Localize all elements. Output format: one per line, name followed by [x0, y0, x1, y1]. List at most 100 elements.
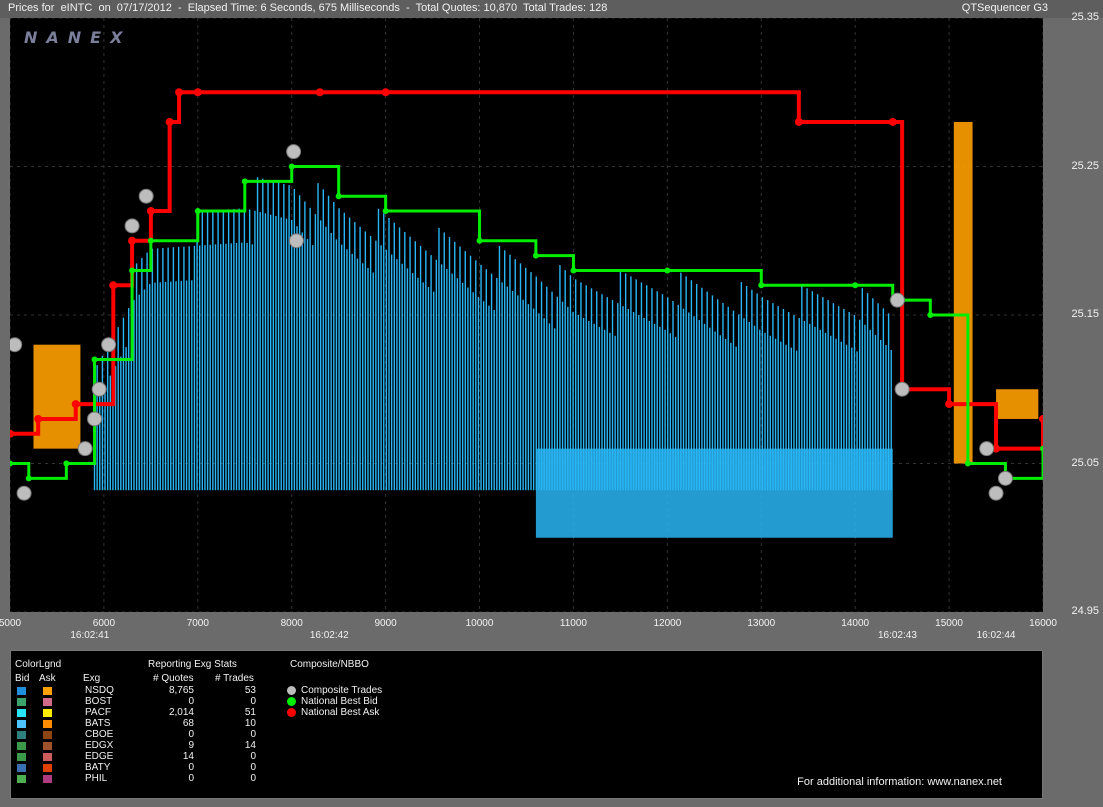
- point-national-best-ask: [71, 400, 80, 409]
- point-national-best-bid: [241, 178, 248, 185]
- point-composite-trades: [286, 144, 302, 160]
- x-tick-label: 10000: [465, 618, 494, 629]
- exchange-name: EDGX: [85, 740, 114, 751]
- point-national-best-bid: [570, 267, 577, 274]
- point-national-best-bid: [964, 460, 971, 467]
- x-tick-label: 13000: [747, 618, 776, 629]
- bid-swatch: [17, 709, 26, 717]
- point-composite-trades: [16, 485, 32, 501]
- composite-marker-icon: [287, 686, 296, 695]
- chart-window: { "header": { "title": "Prices for eINTC…: [0, 0, 1103, 807]
- time-tick-label: 16:02:44: [976, 630, 1016, 641]
- ask-quote-band: [33, 344, 81, 449]
- exchange-name: PACF: [85, 707, 111, 718]
- point-composite-trades: [889, 292, 905, 308]
- bid-quote-band: [535, 448, 893, 538]
- point-national-best-bid: [476, 237, 483, 244]
- trade-count: 10: [244, 718, 256, 729]
- trade-count: 53: [244, 685, 256, 696]
- quote-count: 2,014: [168, 707, 194, 718]
- trade-count: 0: [250, 729, 256, 740]
- point-national-best-bid: [25, 475, 32, 482]
- point-composite-trades: [91, 381, 107, 397]
- exchange-name: EDGE: [85, 751, 114, 762]
- trade-count: 0: [250, 751, 256, 762]
- price-chart: [6, 17, 1047, 613]
- x-tick-label: 16000: [1029, 618, 1057, 629]
- point-composite-trades: [101, 337, 117, 353]
- exchange-name: BATS: [85, 718, 111, 729]
- point-national-best-ask: [146, 207, 155, 216]
- quote-count: 9: [188, 740, 194, 751]
- quote-count: 0: [188, 729, 194, 740]
- trade-count: 51: [244, 707, 256, 718]
- point-national-best-ask: [193, 88, 202, 97]
- bid-swatch: [17, 687, 26, 695]
- point-national-best-bid: [194, 208, 201, 215]
- ask-swatch: [43, 764, 52, 772]
- exchange-name: CBOE: [85, 729, 114, 740]
- y-tick-label: 25.35: [1071, 11, 1099, 23]
- composite-label: National Best Ask: [301, 707, 380, 718]
- point-national-best-bid: [91, 356, 98, 363]
- point-national-best-bid: [664, 267, 671, 274]
- y-tick-label: 24.95: [1071, 605, 1099, 617]
- point-national-best-ask: [888, 117, 897, 126]
- quote-count: 0: [188, 773, 194, 784]
- point-national-best-bid: [382, 208, 389, 215]
- quotes-column-label: # Quotes: [153, 673, 194, 684]
- trade-count: 0: [250, 773, 256, 784]
- x-tick-label: 12000: [653, 618, 682, 629]
- point-composite-trades: [894, 381, 910, 397]
- point-national-best-bid: [288, 163, 295, 170]
- point-national-best-ask: [175, 88, 184, 97]
- app-name: QTSequencer G3: [961, 2, 1048, 14]
- point-national-best-bid: [147, 237, 154, 244]
- quote-count: 68: [182, 718, 194, 729]
- exchange-name: NSDQ: [85, 685, 114, 696]
- point-national-best-ask: [315, 88, 324, 97]
- quote-count: 14: [182, 751, 194, 762]
- x-tick-label: 11000: [559, 618, 587, 629]
- x-tick-label: 9000: [374, 618, 397, 629]
- footer-link[interactable]: For additional information: www.nanex.ne…: [797, 776, 1002, 788]
- time-tick-label: 16:02:41: [70, 630, 110, 641]
- plot-area[interactable]: NANEX: [6, 17, 1047, 613]
- title-bar: Prices for eINTC on 07/17/2012 - Elapsed…: [0, 0, 1103, 18]
- composite-marker-icon: [287, 697, 296, 706]
- color-legend-label: ColorLgnd: [15, 659, 62, 670]
- point-national-best-ask: [381, 88, 390, 97]
- y-tick-label: 25.25: [1071, 159, 1099, 172]
- exchange-name: PHIL: [85, 773, 108, 784]
- point-composite-trades: [7, 337, 23, 353]
- point-national-best-bid: [63, 460, 70, 467]
- bid-swatch: [17, 742, 26, 750]
- point-composite-trades: [87, 411, 103, 427]
- composite-marker-icon: [287, 708, 296, 717]
- point-national-best-bid: [927, 312, 934, 318]
- exg-column-label: Exg: [83, 673, 101, 684]
- point-composite-trades: [979, 441, 995, 457]
- trades-column-label: # Trades: [215, 673, 254, 684]
- legend-panel: ColorLgnd Bid Ask Exg Reporting Exg Stat…: [10, 650, 1043, 799]
- bid-swatch: [17, 698, 26, 706]
- point-national-best-bid: [852, 282, 859, 289]
- point-composite-trades: [77, 441, 93, 457]
- y-tick-label: 25.15: [1071, 308, 1099, 320]
- point-national-best-bid: [758, 282, 765, 289]
- ask-quote-band: [953, 121, 973, 464]
- point-composite-trades: [988, 485, 1004, 501]
- point-national-best-bid: [335, 193, 342, 200]
- exchange-name: BATY: [85, 762, 111, 773]
- trade-count: 14: [244, 740, 256, 751]
- ask-swatch: [43, 687, 52, 695]
- ask-swatch: [43, 742, 52, 750]
- bid-swatch: [17, 764, 26, 772]
- point-national-best-bid: [532, 252, 539, 259]
- ask-quote-band: [996, 389, 1039, 419]
- y-tick-label: 25.05: [1071, 456, 1099, 469]
- ask-column-label: Ask: [39, 673, 56, 684]
- composite-title: Composite/NBBO: [290, 659, 369, 670]
- point-national-best-ask: [34, 414, 43, 423]
- time-tick-label: 16:02:42: [309, 630, 349, 641]
